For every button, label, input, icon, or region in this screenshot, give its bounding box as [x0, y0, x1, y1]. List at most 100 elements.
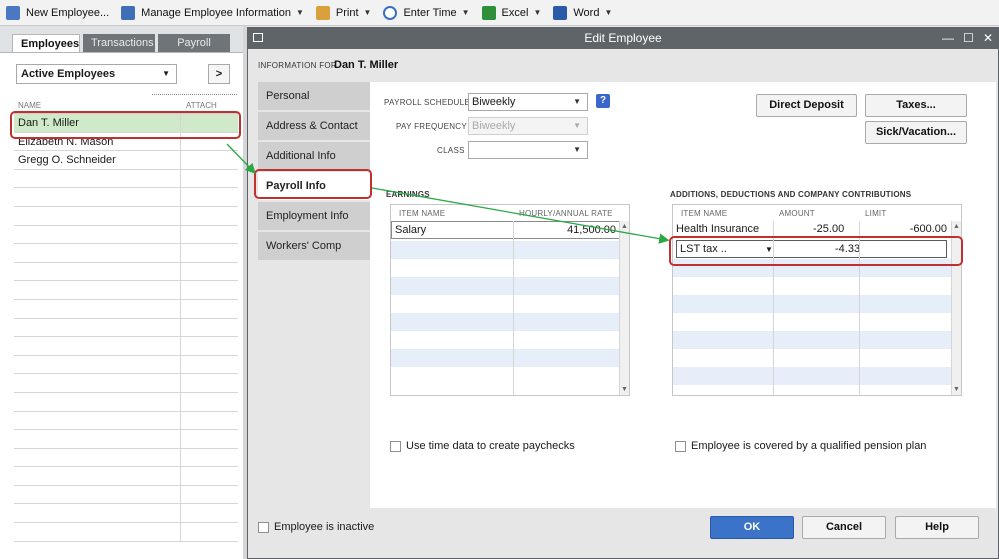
earnings-rate-cell: 41,500.00 [567, 224, 616, 236]
earnings-header: ITEM NAME HOURLY/ANNUAL RATE [391, 205, 629, 221]
enter-time-icon [383, 5, 398, 20]
new-employee-button[interactable]: New Employee... [6, 5, 109, 20]
earnings-row[interactable] [391, 313, 620, 331]
additions-limit-header[interactable]: LIMIT [865, 209, 886, 218]
earnings-item-cell: Salary [395, 224, 427, 236]
additions-row[interactable] [673, 295, 952, 313]
direct-deposit-button[interactable]: Direct Deposit [756, 94, 857, 117]
class-select[interactable]: ▼ [468, 141, 588, 159]
earnings-row[interactable]: Salary 41,500.00 [391, 221, 620, 239]
empty-row [14, 244, 238, 263]
checkbox-box[interactable] [390, 440, 401, 452]
earnings-row[interactable] [391, 295, 620, 313]
earnings-table: ITEM NAME HOURLY/ANNUAL RATE Salary 41,5… [390, 204, 630, 396]
tab-address-contact[interactable]: Address & Contact [258, 112, 370, 140]
additions-title: ADDITIONS, DEDUCTIONS AND COMPANY CONTRI… [670, 190, 912, 199]
close-icon[interactable]: ✕ [983, 28, 993, 49]
additions-row[interactable] [673, 331, 952, 349]
manage-employee-icon [121, 5, 136, 20]
taxes-button[interactable]: Taxes... [865, 94, 967, 117]
cancel-button[interactable]: Cancel [802, 516, 886, 539]
print-button[interactable]: Print ▼ [315, 5, 372, 20]
additions-item-header[interactable]: ITEM NAME [681, 209, 727, 218]
employee-row[interactable]: Gregg O. Schneider [14, 151, 238, 170]
additions-amount-header[interactable]: AMOUNT [779, 209, 815, 218]
employee-inactive-checkbox[interactable]: Employee is inactive [258, 521, 374, 533]
additions-row[interactable] [673, 313, 952, 331]
chevron-down-icon: ▼ [533, 8, 542, 17]
expand-panel-button[interactable]: > [208, 64, 230, 84]
earnings-row[interactable] [391, 349, 620, 367]
scroll-up-icon[interactable]: ▲ [953, 223, 960, 230]
ok-button[interactable]: OK [710, 516, 794, 539]
manage-employee-button[interactable]: Manage Employee Information ▼ [121, 5, 304, 20]
column-name-header[interactable]: NAME [18, 101, 41, 110]
empty-row [14, 225, 238, 245]
employee-filter-dropdown[interactable]: Active Employees ▼ [16, 64, 177, 84]
scroll-down-icon[interactable]: ▼ [621, 386, 628, 393]
empty-row [14, 318, 238, 338]
empty-row [14, 411, 238, 431]
tab-payroll[interactable]: Payroll [158, 34, 230, 52]
chevron-down-icon: ▼ [363, 8, 372, 17]
pension-plan-checkbox[interactable]: Employee is covered by a qualified pensi… [675, 440, 926, 452]
minimize-icon[interactable]: — [942, 28, 954, 49]
chevron-down-icon: ▼ [461, 8, 470, 17]
payroll-info-content: PAYROLL SCHEDULE Biweekly ▼ ? PAY FREQUE… [370, 82, 996, 508]
checkbox-box[interactable] [258, 521, 269, 533]
manage-employee-label: Manage Employee Information [141, 6, 291, 19]
use-time-data-label: Use time data to create paychecks [406, 440, 575, 452]
additions-limit-cell: -600.00 [909, 223, 947, 235]
pay-frequency-select[interactable]: Biweekly ▼ [468, 117, 588, 135]
enter-time-button[interactable]: Enter Time ▼ [383, 5, 470, 20]
chevron-down-icon: ▼ [573, 145, 581, 154]
employee-list-header: NAME ATTACH [14, 94, 238, 112]
new-employee-icon [6, 5, 20, 20]
excel-button[interactable]: Excel ▼ [481, 5, 542, 20]
scroll-down-icon[interactable]: ▼ [953, 386, 960, 393]
earnings-row[interactable] [391, 277, 620, 295]
empty-row [14, 355, 238, 375]
tab-personal[interactable]: Personal [258, 82, 370, 110]
empty-row [14, 299, 238, 319]
additions-row[interactable] [673, 277, 952, 295]
dialog-title: Edit Employee [584, 31, 662, 45]
tab-transactions[interactable]: Transactions [83, 34, 155, 52]
earnings-row[interactable] [391, 331, 620, 349]
column-attach-header[interactable]: ATTACH [186, 101, 217, 110]
tab-employees[interactable]: Employees [12, 34, 80, 52]
earnings-rate-header[interactable]: HOURLY/ANNUAL RATE [519, 209, 613, 218]
edit-employee-dialog: Edit Employee — ☐ ✕ INFORMATION FOR Dan … [247, 27, 999, 559]
additions-row[interactable] [673, 367, 952, 385]
earnings-row[interactable] [391, 259, 620, 277]
chevron-down-icon: ▼ [162, 69, 170, 78]
excel-label: Excel [501, 6, 529, 19]
employee-name: Gregg O. Schneider [18, 154, 116, 167]
maximize-icon[interactable]: ☐ [963, 28, 974, 49]
earnings-item-header[interactable]: ITEM NAME [399, 209, 445, 218]
additions-row[interactable] [673, 349, 952, 367]
word-button[interactable]: Word ▼ [553, 5, 612, 20]
earnings-row[interactable] [391, 241, 620, 259]
sick-vacation-button[interactable]: Sick/Vacation... [865, 121, 967, 144]
tab-employment-info[interactable]: Employment Info [258, 202, 370, 230]
help-icon[interactable]: ? [596, 94, 610, 108]
help-button[interactable]: Help [895, 516, 979, 539]
payroll-schedule-select[interactable]: Biweekly ▼ [468, 93, 588, 111]
earnings-row[interactable] [391, 367, 620, 385]
tab-additional-info[interactable]: Additional Info [258, 142, 370, 170]
earnings-scrollbar[interactable]: ▲ ▼ [619, 221, 629, 395]
additions-table: ITEM NAME AMOUNT LIMIT Health Insurance … [672, 204, 962, 396]
pay-frequency-value: Biweekly [472, 120, 516, 132]
scroll-up-icon[interactable]: ▲ [621, 223, 628, 230]
empty-row [14, 337, 238, 356]
use-time-data-checkbox[interactable]: Use time data to create paychecks [390, 440, 575, 452]
payroll-schedule-value: Biweekly [472, 96, 516, 108]
checkbox-box[interactable] [675, 440, 686, 452]
tab-workers-comp[interactable]: Workers' Comp [258, 232, 370, 260]
empty-row [14, 206, 238, 226]
employee-center-panel: Employees Transactions Payroll Active Em… [0, 26, 243, 559]
window-icon [253, 33, 263, 42]
employee-highlight-callout [10, 111, 241, 139]
word-icon [553, 5, 568, 20]
